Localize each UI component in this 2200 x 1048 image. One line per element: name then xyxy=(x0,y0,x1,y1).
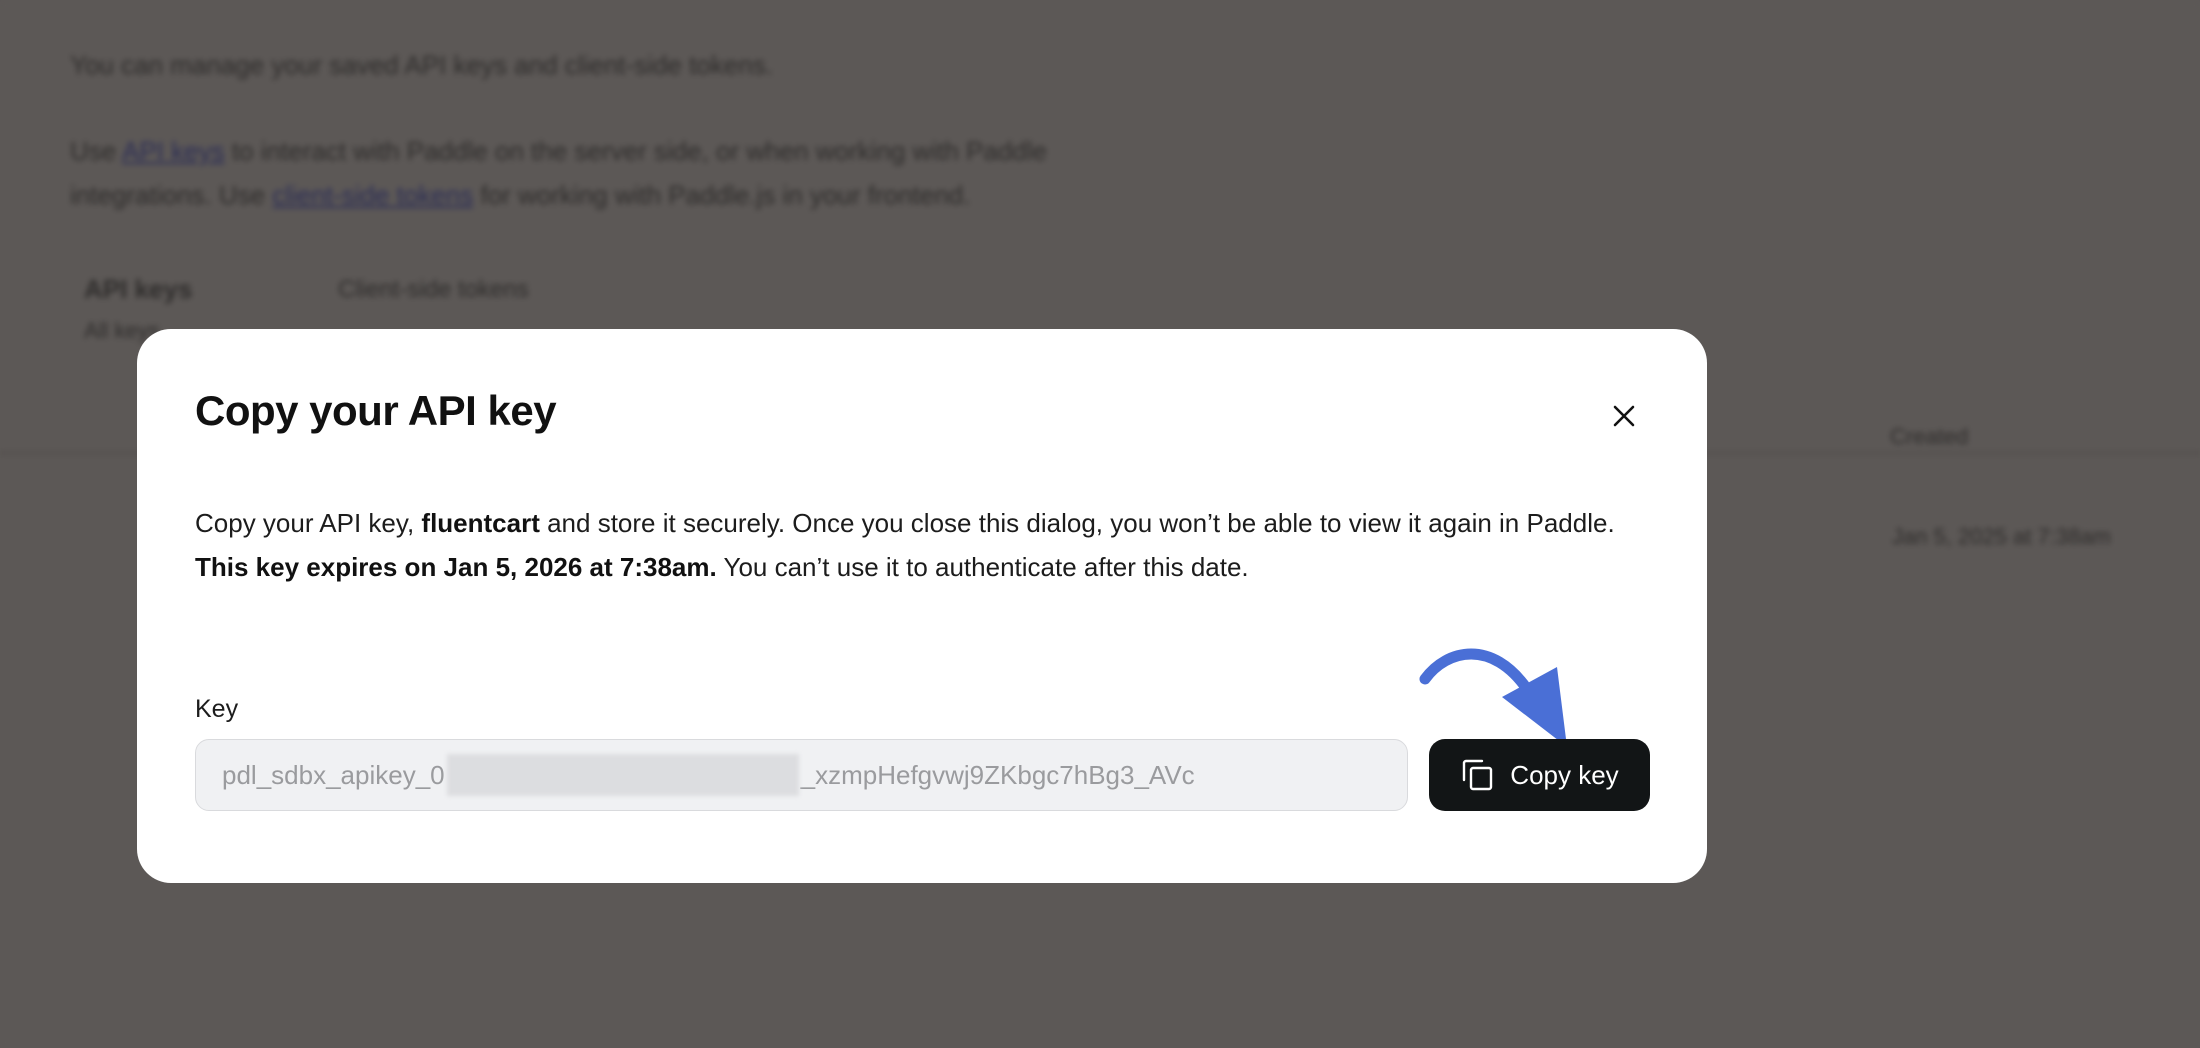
copy-key-label: Copy key xyxy=(1510,759,1619,790)
copy-key-button[interactable]: Copy key xyxy=(1429,739,1650,811)
api-key-dialog: Copy your API key Copy your API key, flu… xyxy=(137,329,1707,883)
expiry-notice: This key expires on Jan 5, 2026 at 7:38a… xyxy=(195,552,717,582)
client-side-tokens-link[interactable]: client-side tokens xyxy=(272,180,473,210)
key-field-label: Key xyxy=(195,695,239,723)
close-icon xyxy=(1613,405,1635,427)
background-paragraph-line: integrations. Use client-side tokens for… xyxy=(70,180,971,210)
tab-client-side-tokens[interactable]: Client-side tokens xyxy=(338,276,529,304)
redacted-key-segment xyxy=(446,754,799,796)
table-header-created: Created xyxy=(1890,424,1969,449)
api-keys-link[interactable]: API keys xyxy=(122,136,225,166)
table-cell-created: Jan 5, 2025 at 7:38am xyxy=(1892,524,2111,549)
background-paragraph-line: Use API keys to interact with Paddle on … xyxy=(70,136,1047,166)
dialog-description: Copy your API key, fluentcart and store … xyxy=(195,508,1615,582)
copy-icon xyxy=(1460,758,1494,792)
arrow-annotation-icon xyxy=(1419,648,1567,747)
api-key-prefix: pdl_sdbx_apikey_0 xyxy=(222,759,445,790)
tab-api-keys[interactable]: API keys xyxy=(84,274,192,305)
api-key-field[interactable]: pdl_sdbx_apikey_0 _xzmpHefgvwj9ZKbgc7hBg… xyxy=(195,739,1408,811)
dialog-title: Copy your API key xyxy=(195,387,557,434)
api-key-suffix: _xzmpHefgvwj9ZKbgc7hBg3_AVc xyxy=(800,759,1195,790)
background-intro-text: You can manage your saved API keys and c… xyxy=(70,50,773,80)
key-name: fluentcart xyxy=(421,508,540,538)
close-button[interactable] xyxy=(1607,399,1641,433)
